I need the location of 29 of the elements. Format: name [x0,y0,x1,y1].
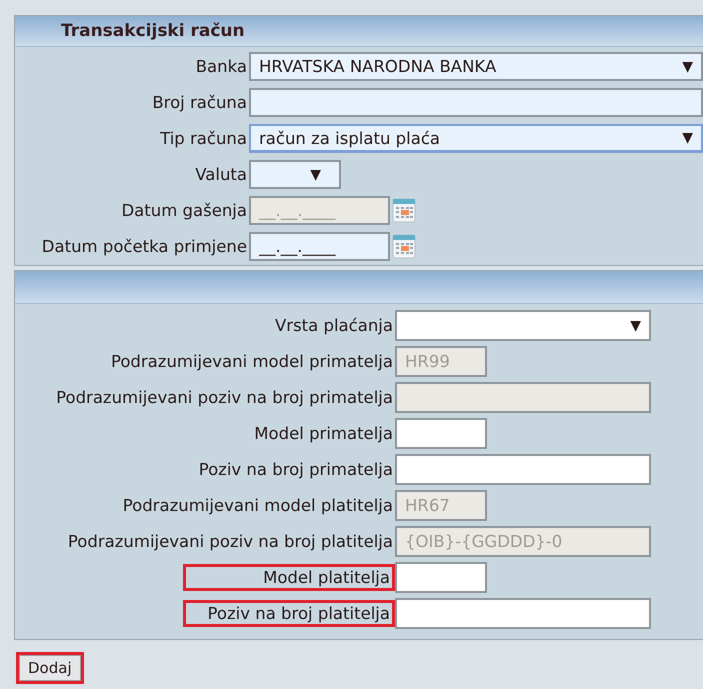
dropdown[interactable]: račun za isplatu plaća ▼ [249,124,703,153]
field-label: Banka [194,57,248,76]
date-field[interactable]: __.__.____ [249,232,390,261]
field-label: Tip računa [159,129,248,148]
field-label: Podrazumijevani model platitelja [122,496,394,515]
dropdown[interactable]: ▼ [395,310,651,341]
add-button[interactable]: Dodaj [16,652,84,684]
field-label: Vrsta plaćanja [274,316,394,335]
dropdown[interactable]: ▼ [249,160,341,189]
field-label: Model platitelja [183,564,395,591]
field-label: Poziv na broj primatelja [198,460,394,479]
input-field[interactable] [249,88,703,117]
field-label: Podrazumijevani poziv na broj primatelja [55,388,394,407]
calendar-icon[interactable] [392,198,416,224]
panel-title: Transakcijski račun [61,21,245,41]
input-field[interactable] [395,418,487,449]
field-label: Poziv na broj platitelja [183,600,395,627]
field-label: Datum gašenja [120,201,248,220]
input-field[interactable] [395,562,487,593]
input-field[interactable] [395,454,651,485]
field-label: Model primatelja [253,424,394,443]
dropdown[interactable]: HRVATSKA NARODNA BANKA ▼ [249,52,703,81]
field-label: Datum početka primjene [40,237,248,256]
field-label: Broj računa [151,93,248,112]
field-label: Podrazumijevani poziv na broj platitelja [66,532,394,551]
input-field[interactable] [395,598,651,629]
calendar-icon[interactable] [392,234,416,260]
field-label: Podrazumijevani model primatelja [110,352,394,371]
field-label: Valuta [194,165,248,184]
